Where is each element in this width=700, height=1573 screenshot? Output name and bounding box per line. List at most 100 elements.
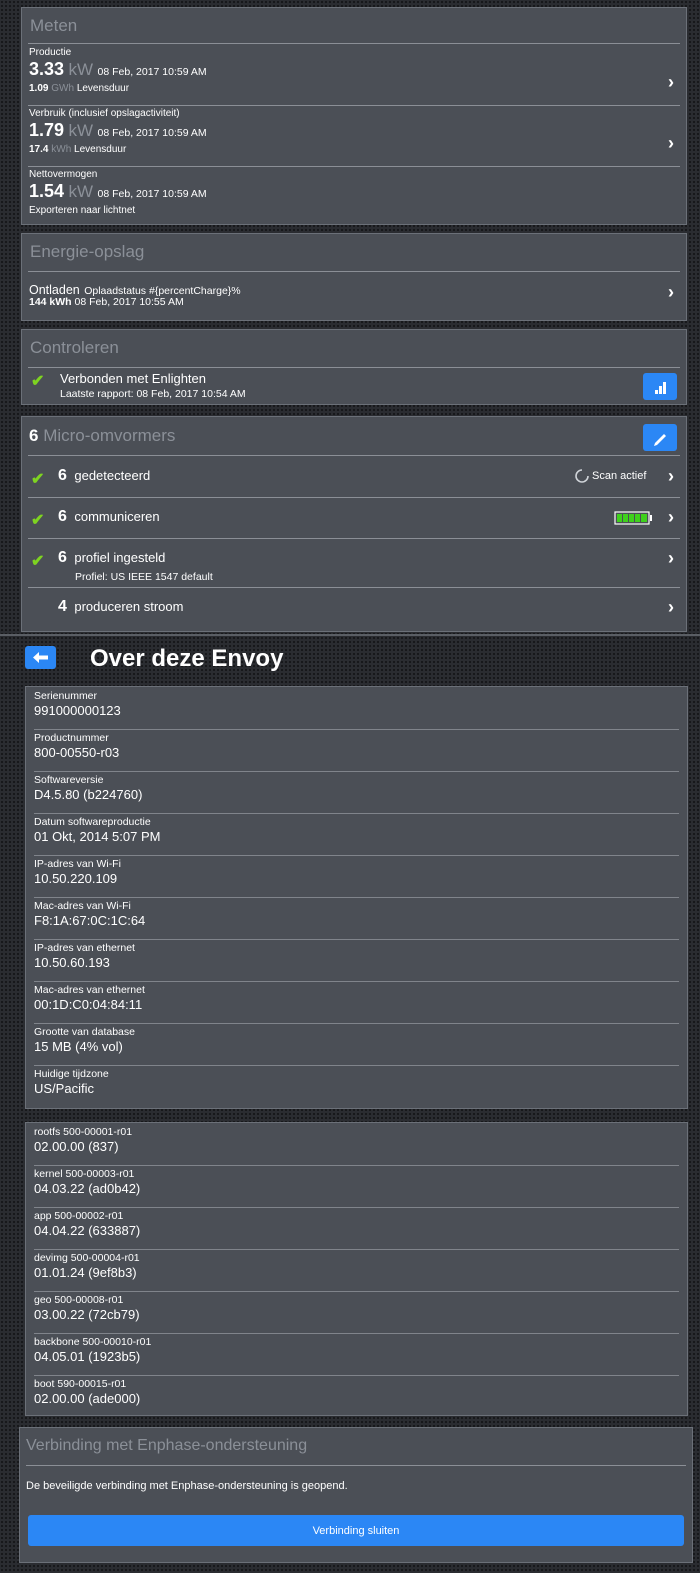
micro-produce-row[interactable]: 4 produceren stroom ›: [22, 588, 686, 628]
chevron-right-icon[interactable]: ›: [668, 597, 674, 618]
back-button[interactable]: [25, 646, 56, 669]
controleren-status: Verbonden met Enlighten: [60, 371, 206, 386]
divider: [34, 981, 679, 982]
productie-unit: kW: [68, 60, 94, 79]
check-icon: ✔: [31, 512, 45, 529]
micro-profile-row[interactable]: ✔ 6 profiel ingesteld Profiel: US IEEE 1…: [22, 539, 686, 587]
opslag-status: Ontladen: [29, 283, 80, 297]
controleren-title: Controleren: [30, 338, 119, 357]
chevron-right-icon[interactable]: ›: [668, 282, 674, 303]
info-item: Mac-adres van Wi-Fi F8:1A:67:0C:1C:64: [34, 900, 679, 928]
firmware-value: 04.04.22 (633887): [34, 1223, 141, 1238]
info-value: 00:1D:C0:04:84:11: [34, 997, 143, 1012]
micro-title: Micro-omvormers: [43, 426, 176, 445]
chevron-right-icon[interactable]: ›: [668, 507, 674, 528]
micro-detected-row[interactable]: ✔ 6 gedetecteerd Scan actief ›: [22, 457, 686, 497]
info-value: 10.50.60.193: [34, 955, 110, 970]
firmware-label: backbone 500-00010-r01: [34, 1336, 152, 1348]
divider: [34, 1207, 679, 1208]
micro-comm-row[interactable]: ✔ 6 communiceren ›: [22, 498, 686, 538]
info-label: IP-adres van Wi-Fi: [34, 858, 121, 870]
productie-value: 3.33: [29, 59, 65, 79]
chevron-right-icon[interactable]: ›: [668, 548, 674, 569]
info-item: Productnummer 800-00550-r03: [34, 732, 679, 760]
controleren-panel: Controleren ✔ Verbonden met Enlighten La…: [21, 329, 687, 405]
meten-panel: Meten Productie 3.33 kW 08 Feb, 2017 10:…: [21, 7, 687, 225]
productie-time: 08 Feb, 2017 10:59 AM: [97, 66, 207, 78]
info-item: IP-adres van ethernet 10.50.60.193: [34, 942, 679, 970]
firmware-value: 04.05.01 (1923b5): [34, 1349, 141, 1364]
signal-icon: [655, 382, 666, 394]
chevron-right-icon[interactable]: ›: [668, 133, 674, 154]
info-panel: Serienummer 991000000123 Productnummer 8…: [25, 686, 688, 1109]
firmware-value: 02.00.00 (837): [34, 1139, 119, 1154]
micro-produce-count: 4: [58, 598, 67, 615]
info-value: 800-00550-r03: [34, 745, 120, 760]
opslag-title: Energie-opslag: [30, 242, 145, 261]
section-divider: [0, 634, 700, 636]
info-value: 10.50.220.109: [34, 871, 118, 886]
micro-comm-count: 6: [58, 508, 67, 525]
divider: [28, 455, 680, 456]
info-label: Datum softwareproductie: [34, 816, 151, 828]
netto-value: 1.54: [29, 181, 65, 201]
divider: [28, 367, 680, 368]
verbruik-label: Verbruik (inclusief opslagactiviteit): [29, 108, 180, 119]
divider: [34, 729, 679, 730]
info-label: Productnummer: [34, 732, 109, 744]
verbruik-time: 08 Feb, 2017 10:59 AM: [97, 127, 207, 139]
opslag-panel: Energie-opslag Ontladen Oplaadstatus #{p…: [21, 233, 687, 321]
divider: [28, 43, 680, 44]
page-title: Over deze Envoy: [90, 645, 284, 672]
micro-detected-label: gedetecteerd: [74, 468, 151, 483]
micro-profile-sub: Profiel: US IEEE 1547 default: [75, 571, 213, 583]
info-item: Serienummer 991000000123: [34, 690, 679, 718]
firmware-item: app 500-00002-r01 04.04.22 (633887): [34, 1210, 679, 1238]
divider: [34, 1165, 679, 1166]
info-value: 01 Okt, 2014 5:07 PM: [34, 829, 161, 844]
divider: [34, 813, 679, 814]
netto-sub: Exporteren naar lichtnet: [29, 205, 136, 216]
verbruik-life-unit: kWh: [51, 144, 72, 155]
info-value: F8:1A:67:0C:1C:64: [34, 913, 146, 928]
close-connection-button[interactable]: Verbinding sluiten: [28, 1515, 684, 1546]
signal-button[interactable]: [643, 373, 677, 400]
productie-life-label: Levensduur: [76, 83, 130, 94]
opslag-row[interactable]: Ontladen Oplaadstatus #{percentCharge}% …: [22, 273, 686, 317]
info-value: US/Pacific: [34, 1081, 94, 1096]
check-icon: ✔: [31, 471, 45, 488]
firmware-value: 01.01.24 (9ef8b3): [34, 1265, 137, 1280]
info-item: Grootte van database 15 MB (4% vol): [34, 1026, 679, 1054]
info-label: Huidige tijdzone: [34, 1068, 109, 1080]
info-label: Grootte van database: [34, 1026, 135, 1038]
productie-life-unit: GWh: [51, 83, 75, 94]
chevron-right-icon[interactable]: ›: [668, 466, 674, 487]
divider: [34, 1249, 679, 1250]
battery-icon: [614, 511, 652, 525]
edit-button[interactable]: [643, 424, 677, 451]
netto-label: Nettovermogen: [29, 169, 98, 180]
verbruik-row[interactable]: Verbruik (inclusief opslagactiviteit) 1.…: [22, 106, 686, 166]
firmware-value: 03.00.22 (72cb79): [34, 1307, 140, 1322]
firmware-item: rootfs 500-00001-r01 02.00.00 (837): [34, 1126, 679, 1154]
netto-time: 08 Feb, 2017 10:59 AM: [97, 188, 207, 200]
check-icon: ✔: [31, 373, 45, 390]
chevron-right-icon[interactable]: ›: [668, 72, 674, 93]
divider: [34, 771, 679, 772]
info-item: Softwareversie D4.5.80 (b224760): [34, 774, 679, 802]
spinner-icon: [575, 469, 589, 483]
divider: [34, 1023, 679, 1024]
support-message: De beveiligde verbinding met Enphase-ond…: [26, 1480, 348, 1492]
firmware-value: 02.00.00 (ade000): [34, 1391, 141, 1406]
firmware-label: rootfs 500-00001-r01: [34, 1126, 133, 1138]
divider: [34, 897, 679, 898]
firmware-item: boot 590-00015-r01 02.00.00 (ade000): [34, 1378, 679, 1406]
firmware-label: devimg 500-00004-r01: [34, 1252, 140, 1264]
firmware-item: kernel 500-00003-r01 04.03.22 (ad0b42): [34, 1168, 679, 1196]
check-icon: ✔: [31, 553, 45, 570]
micro-comm-label: communiceren: [74, 509, 160, 524]
divider: [26, 1465, 686, 1466]
productie-row[interactable]: Productie 3.33 kW 08 Feb, 2017 10:59 AM …: [22, 45, 686, 105]
controleren-report: Laatste rapport: 08 Feb, 2017 10:54 AM: [60, 388, 246, 400]
info-item: Huidige tijdzone US/Pacific: [34, 1068, 679, 1096]
